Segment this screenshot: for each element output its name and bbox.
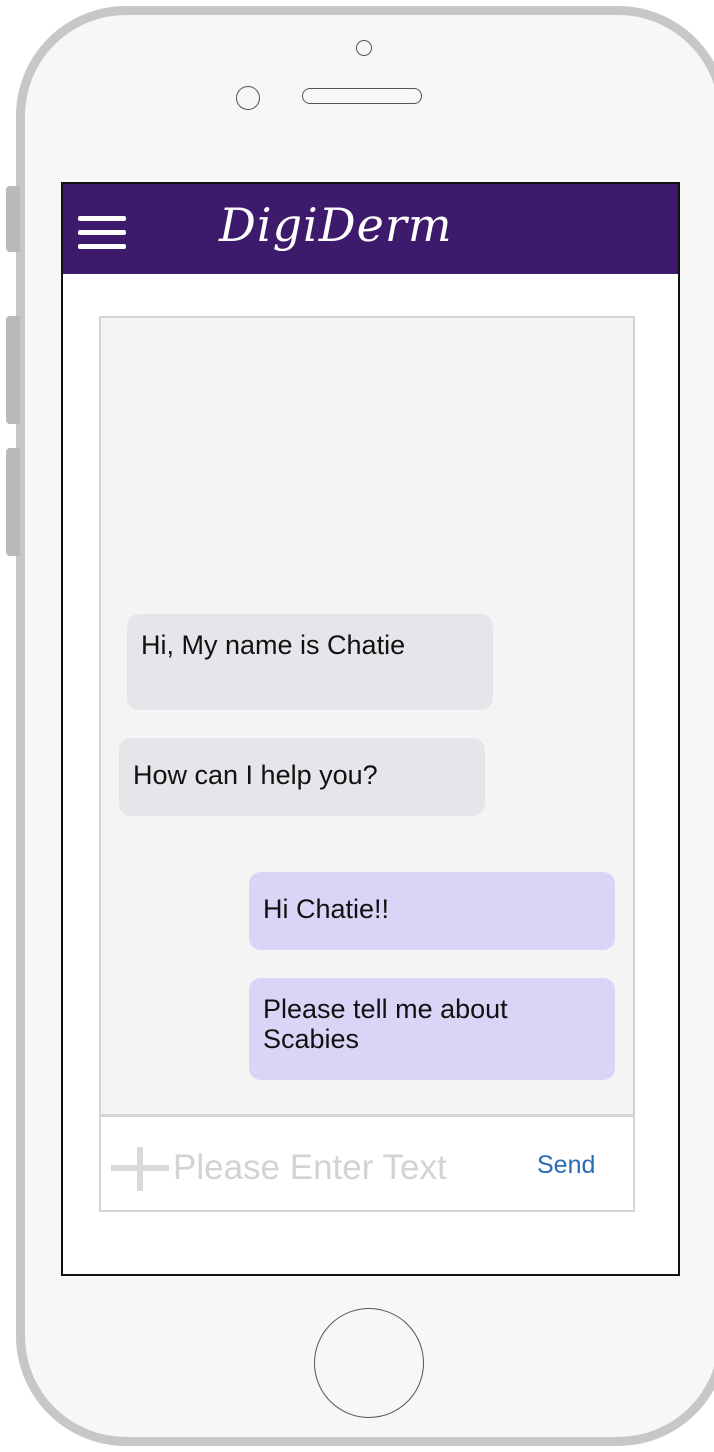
front-camera-icon — [356, 40, 372, 56]
message-bubble-user: Please tell me about Scabies — [249, 978, 615, 1080]
volume-up-button — [6, 316, 20, 424]
mute-switch — [6, 186, 20, 252]
plus-icon[interactable] — [111, 1147, 169, 1191]
proximity-sensor-icon — [236, 86, 260, 110]
send-button[interactable]: Send — [537, 1151, 595, 1180]
volume-down-button — [6, 448, 20, 556]
app-title: DigiDerm — [219, 198, 453, 252]
message-input-bar: Send — [101, 1114, 633, 1210]
phone-screen: DigiDerm Hi, My name is Chatie How can I… — [61, 182, 680, 1276]
message-bubble-bot: Hi, My name is Chatie — [127, 614, 493, 710]
app-header: DigiDerm — [63, 184, 678, 274]
hamburger-menu-icon[interactable] — [78, 214, 126, 250]
message-bubble-bot: How can I help you? — [119, 738, 485, 816]
message-input[interactable] — [173, 1143, 513, 1193]
message-bubble-user: Hi Chatie!! — [249, 872, 615, 950]
earpiece-speaker — [302, 88, 422, 104]
chat-window: Hi, My name is Chatie How can I help you… — [99, 316, 635, 1212]
home-button[interactable] — [314, 1308, 424, 1418]
